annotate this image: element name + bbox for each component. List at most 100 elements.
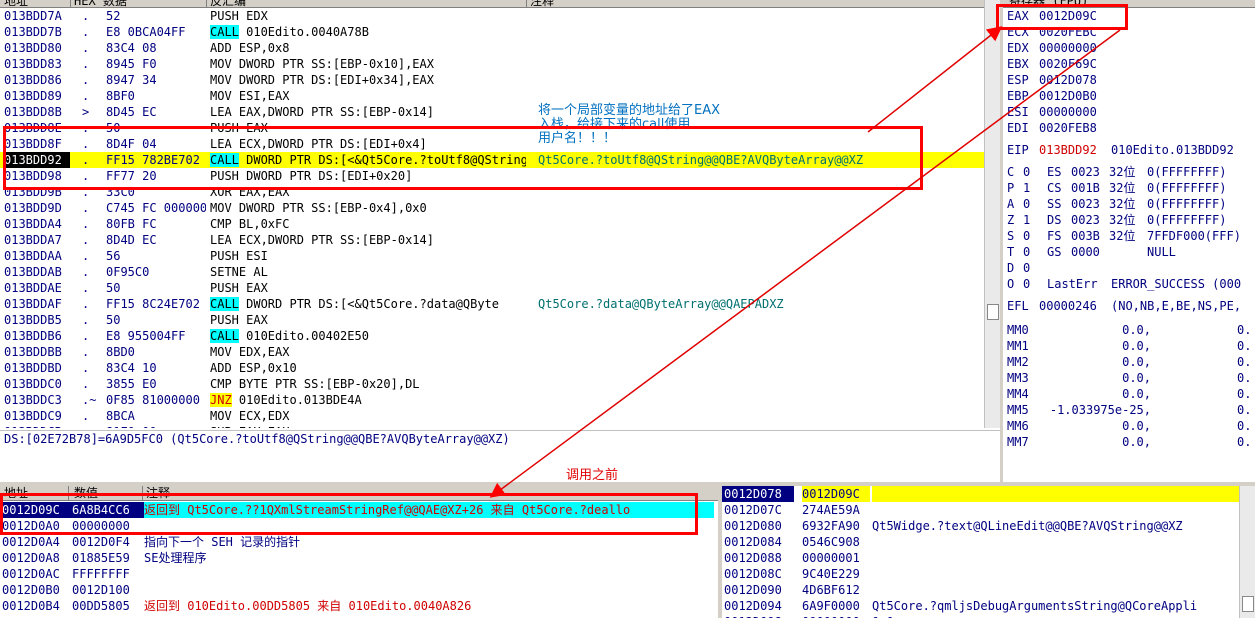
disasm-row[interactable]: 013BDDAE. 50 PUSH EAX (0, 280, 984, 296)
register-mm4[interactable]: MM4 0.0, 0. (1003, 386, 1255, 402)
disassembly-scrollbar[interactable] (984, 0, 1000, 428)
disasm-row[interactable]: 013BDD9D. C745 FC 00000000 MOV DWORD PTR S… (0, 200, 984, 216)
register-value[interactable]: 00000000 (1039, 104, 1097, 120)
registers-pane[interactable]: 寄存器 (FPU) EAX 0012D09C ECX 0020FEBC EDX 00000… (1003, 0, 1255, 482)
disasm-row[interactable]: 013BDDCB. 81E0 00 SUB EAX,EAX (0, 424, 984, 428)
flag-value[interactable]: 0 (1023, 244, 1030, 260)
flag-value[interactable]: 1 (1023, 180, 1030, 196)
disasm-row[interactable]: 013BDDAB. 0F95C0 SETNE AL (0, 264, 984, 280)
register-value[interactable]: 0020FEBC (1039, 24, 1097, 40)
dump-row[interactable]: 0012D0A8 01885E59 SE处理程序 (0, 550, 718, 566)
stack-pane[interactable]: 0012D078 0012D09C 0012D07C 274AE59A 0012D080… (722, 486, 1255, 618)
disasm-row[interactable]: 013BDD98. FF77 20 PUSH DWORD PTR DS:[EDI+0… (0, 168, 984, 184)
stack-row-current[interactable]: 0012D078 0012D09C (722, 486, 1239, 502)
register-value[interactable]: 00000246 (1039, 298, 1097, 314)
dump-row[interactable]: 0012D0B4 00DD5805 返回到 010Edito.00DD5805 来自… (0, 598, 718, 614)
register-value[interactable]: 0012D09C (1039, 8, 1097, 24)
stack-row[interactable]: 0012D084 0546C908 (722, 534, 1239, 550)
register-mm7[interactable]: MM7 0.0, 0. (1003, 434, 1255, 450)
disasm-row-current[interactable]: 013BDD92. FF15 782BE702 CALL DWORD PTR DS:… (0, 152, 984, 168)
stack-row[interactable]: 0012D08C 9C40E229 (722, 566, 1239, 582)
dump-row[interactable]: 0012D09C 6A8B4CC6 返回到 Qt5Core.??1QXmlStrea… (0, 502, 718, 518)
stack-row[interactable]: 0012D088 00000001 (722, 550, 1239, 566)
dump-row[interactable]: 0012D0A0 00000000 (0, 518, 718, 534)
flag-row-z[interactable]: Z 1 DS 0023 32位 0(FFFFFFFF) (1003, 212, 1255, 228)
register-eip[interactable]: EIP 013BDD92 010Edito.013BDD92 (1003, 142, 1255, 158)
dump-col-value[interactable]: 数值 (74, 486, 98, 501)
flag-value[interactable]: 0 (1023, 164, 1030, 180)
stack-row[interactable]: 0012D080 6932FA90 Qt5Widge.?text@QLineEdit… (722, 518, 1239, 534)
flag-value[interactable]: 1 (1023, 212, 1030, 228)
stack-row[interactable]: 0012D098 000000000.0 (722, 614, 1239, 618)
stack-address: 0012D07C (724, 503, 782, 517)
register-mm0[interactable]: MM0 0.0, 0. (1003, 322, 1255, 338)
register-value[interactable]: 0012D0B0 (1039, 88, 1097, 104)
disasm-row[interactable]: 013BDD8F. 8D4F 04 LEA ECX,DWORD PTR DS:[ED… (0, 136, 984, 152)
dump-pane[interactable]: 地址 数值 注释 0012D09C 6A8B4CC6 返回到 Qt5Core.??1… (0, 486, 718, 618)
disasm-row[interactable]: 013BDDA4. 80FB FC CMP BL,0xFC (0, 216, 984, 232)
register-mm3[interactable]: MM3 0.0, 0. (1003, 370, 1255, 386)
disasm-row[interactable]: 013BDD8B >8D45 EC LEA EAX,DWORD PTR SS:[EB… (0, 104, 984, 120)
dump-row[interactable]: 0012D0A4 0012D0F4 指向下一个 SEH 记录的指针 (0, 534, 718, 550)
register-value[interactable]: 013BDD92 (1039, 142, 1097, 158)
flag-row-a[interactable]: A 0 SS 0023 32位 0(FFFFFFFF) (1003, 196, 1255, 212)
stack-row[interactable]: 0012D07C 274AE59A (722, 502, 1239, 518)
disasm-row[interactable]: 013BDDC3 .~ 0F85 81000000 JNZ 010Edito.013B… (0, 392, 984, 408)
flag-row-p[interactable]: P 1 CS 001B 32位 0(FFFFFFFF) (1003, 180, 1255, 196)
register-value[interactable]: 0020F69C (1039, 56, 1097, 72)
register-value[interactable]: 00000000 (1039, 40, 1097, 56)
disasm-row[interactable]: 013BDD9B. 33C0 XOR EAX,EAX (0, 184, 984, 200)
mm-value-b: 0. (1237, 419, 1252, 433)
flag-value[interactable]: 0 (1023, 276, 1030, 292)
register-esp[interactable]: ESP 0012D078 (1003, 72, 1255, 88)
flag-row-c[interactable]: C 0 ES 0023 32位 0(FFFFFFFF) (1003, 164, 1255, 180)
disasm-row[interactable]: 013BDDBB. 8BD0 MOV EDX,EAX (0, 344, 984, 360)
register-ecx[interactable]: ECX 0020FEBC (1003, 24, 1255, 40)
flag-value[interactable]: 0 (1023, 228, 1030, 244)
register-mm2[interactable]: MM2 0.0, 0. (1003, 354, 1255, 370)
register-esi[interactable]: ESI 00000000 (1003, 104, 1255, 120)
flag-value[interactable]: 0 (1023, 196, 1030, 212)
disasm-row[interactable]: 013BDDBD. 83C4 10 ADD ESP,0x10 (0, 360, 984, 376)
stack-row[interactable]: 0012D094 6A9F0000 Qt5Core.?qmljsDebugArgum… (722, 598, 1239, 614)
register-edx[interactable]: EDX 00000000 (1003, 40, 1255, 56)
dump-col-comment[interactable]: 注释 (146, 486, 170, 501)
flag-value[interactable]: 0 (1023, 260, 1030, 276)
register-ebp[interactable]: EBP 0012D0B0 (1003, 88, 1255, 104)
disasm-row[interactable]: 013BDD7B. E8 0BCA04FF CALL 010Edito.0040A7… (0, 24, 984, 40)
register-ebx[interactable]: EBX 0020F69C (1003, 56, 1255, 72)
disasm-row[interactable]: 013BDDC0. 3855 E0 CMP BYTE PTR SS:[EBP-0x2… (0, 376, 984, 392)
disasm-row[interactable]: 013BDDC9. 8BCA MOV ECX,EDX (0, 408, 984, 424)
disasm-row[interactable]: 013BDD83. 8945 F0 MOV DWORD PTR SS:[EBP-0x… (0, 56, 984, 72)
register-edi[interactable]: EDI 0020FEB8 (1003, 120, 1255, 136)
disasm-row[interactable]: 013BDDA7. 8D4D EC LEA ECX,DWORD PTR SS:[EB… (0, 232, 984, 248)
stack-scrollbar[interactable] (1239, 486, 1255, 618)
flag-row-d[interactable]: D0 (1003, 260, 1255, 276)
flag-row-o[interactable]: O 0 LastErr ERROR_SUCCESS (000 (1003, 276, 1255, 292)
stack-scroll-thumb[interactable] (1242, 596, 1254, 612)
disasm-row[interactable]: 013BDD80. 83C4 08 ADD ESP,0x8 (0, 40, 984, 56)
dump-row[interactable]: 0012D0AC FFFFFFFF (0, 566, 718, 582)
register-mm1[interactable]: MM1 0.0, 0. (1003, 338, 1255, 354)
register-value[interactable]: 0020FEB8 (1039, 120, 1097, 136)
stack-row[interactable]: 0012D090 4D6BF612 (722, 582, 1239, 598)
disasm-row[interactable]: 013BDD8E. 50 PUSH EAX (0, 120, 984, 136)
register-efl[interactable]: EFL 00000246 (NO,NB,E,BE,NS,PE, (1003, 298, 1255, 314)
register-mm5[interactable]: MM5 -1.033975e-25, 0. (1003, 402, 1255, 418)
register-value[interactable]: 0012D078 (1039, 72, 1097, 88)
disasm-row[interactable]: 013BDD86. 8947 34 MOV DWORD PTR DS:[EDI+0x… (0, 72, 984, 88)
register-eax[interactable]: EAX 0012D09C (1003, 8, 1255, 24)
disassembly-scroll-thumb[interactable] (987, 304, 999, 320)
flag-row-t[interactable]: T 0 GS 0000 NULL (1003, 244, 1255, 260)
disasm-row[interactable]: 013BDDB5. 50 PUSH EAX (0, 312, 984, 328)
disassembly-pane[interactable]: 地址 HEX 数据 反汇编 注释 013BDD7A. 52 PUSH EDX 013B… (0, 0, 1000, 428)
disasm-row[interactable]: 013BDD89. 8BF0 MOV ESI,EAX (0, 88, 984, 104)
disasm-row[interactable]: 013BDDB6. E8 955004FF CALL 010Edito.00402E… (0, 328, 984, 344)
dump-col-addr[interactable]: 地址 (4, 486, 28, 501)
register-mm6[interactable]: MM6 0.0, 0. (1003, 418, 1255, 434)
dump-row[interactable]: 0012D0B0 0012D100 (0, 582, 718, 598)
disasm-row[interactable]: 013BDD7A. 52 PUSH EDX (0, 8, 984, 24)
disasm-row[interactable]: 013BDDAA. 56 PUSH ESI (0, 248, 984, 264)
disasm-row[interactable]: 013BDDAF. FF15 8C24E702 CALL DWORD PTR DS:… (0, 296, 984, 312)
flag-row-s[interactable]: S 0 FS 003B 32位 7FFDF000(FFF) (1003, 228, 1255, 244)
